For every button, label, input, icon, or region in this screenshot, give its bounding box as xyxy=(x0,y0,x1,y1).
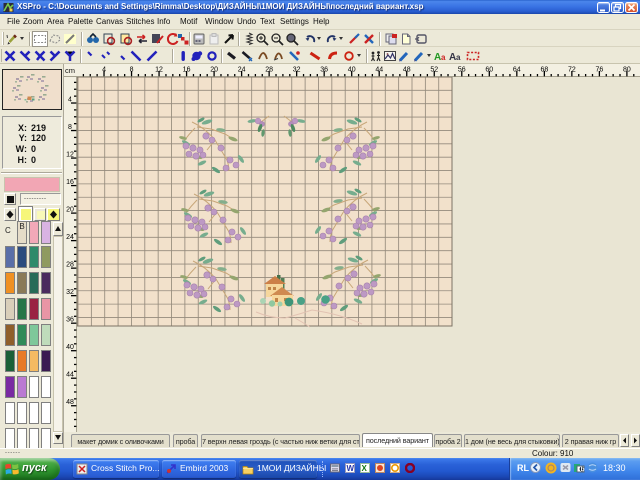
svg-text:68: 68 xyxy=(540,67,548,74)
svg-text:64: 64 xyxy=(513,67,521,74)
svg-text:W: W xyxy=(347,464,355,473)
svg-text:48: 48 xyxy=(403,67,411,74)
svg-text:32: 32 xyxy=(293,67,301,74)
svg-text:24: 24 xyxy=(238,67,246,74)
svg-text:cm: cm xyxy=(65,66,75,75)
svg-text:36: 36 xyxy=(320,67,328,74)
svg-text:28: 28 xyxy=(66,262,74,269)
svg-text:24: 24 xyxy=(66,234,74,241)
svg-text:a: a xyxy=(456,53,461,62)
svg-text:52: 52 xyxy=(430,67,438,74)
svg-text:72: 72 xyxy=(568,67,576,74)
svg-text:20: 20 xyxy=(210,67,218,74)
svg-text:16: 16 xyxy=(183,67,191,74)
svg-text:4: 4 xyxy=(68,97,72,104)
svg-text:36: 36 xyxy=(66,317,74,324)
svg-text:X: X xyxy=(362,464,368,473)
svg-text:32: 32 xyxy=(66,289,74,296)
svg-text:4: 4 xyxy=(102,67,106,74)
svg-text:44: 44 xyxy=(66,372,74,379)
svg-text:76: 76 xyxy=(595,67,603,74)
svg-text:12: 12 xyxy=(66,152,74,159)
svg-text:60: 60 xyxy=(485,67,493,74)
svg-text:48: 48 xyxy=(66,399,74,406)
svg-text:80: 80 xyxy=(623,67,631,74)
svg-text:40: 40 xyxy=(348,67,356,74)
svg-text:8: 8 xyxy=(68,124,72,131)
svg-text:8: 8 xyxy=(130,67,134,74)
svg-text:a: a xyxy=(441,53,446,62)
svg-text:b: b xyxy=(581,466,585,473)
svg-text:40: 40 xyxy=(66,344,74,351)
svg-text:28: 28 xyxy=(265,67,273,74)
svg-text:12: 12 xyxy=(155,67,163,74)
svg-text:44: 44 xyxy=(375,67,383,74)
svg-text:16: 16 xyxy=(66,179,74,186)
svg-text:56: 56 xyxy=(458,67,466,74)
svg-text:20: 20 xyxy=(66,207,74,214)
